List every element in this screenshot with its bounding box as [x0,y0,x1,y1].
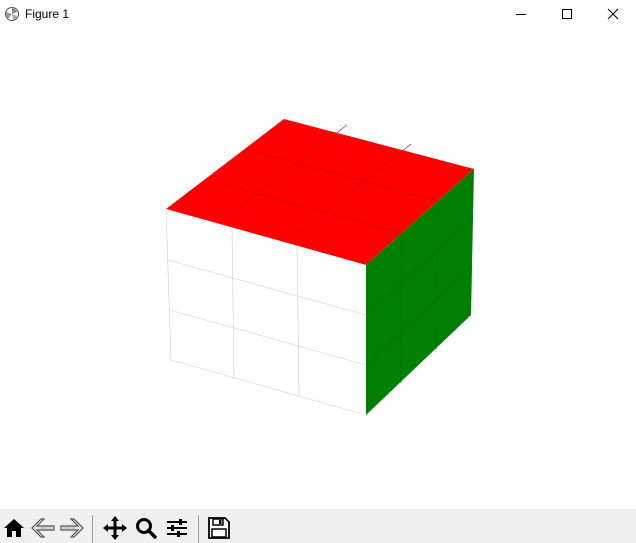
move-icon [103,516,127,540]
title-bar: Figure 1 [0,0,636,28]
forward-button[interactable] [59,514,85,542]
navigation-toolbar [0,509,636,543]
configure-subplots-button[interactable] [164,514,190,542]
magnifier-icon [136,518,157,539]
pan-button[interactable] [102,514,128,542]
minimize-button[interactable] [498,0,544,28]
cube-plot [165,119,474,416]
home-button[interactable] [1,514,27,542]
matplotlib-app-icon [4,6,20,22]
minimize-icon [516,14,526,15]
close-icon [607,8,619,20]
figure-canvas[interactable] [0,28,636,509]
save-button[interactable] [206,514,232,542]
window-title: Figure 1 [25,7,70,21]
close-button[interactable] [590,0,636,28]
floppy-disk-icon [208,517,230,539]
forward-arrow-icon [60,518,84,538]
back-button[interactable] [30,514,56,542]
toolbar-separator [92,515,93,543]
toolbar-separator [198,515,199,543]
zoom-button[interactable] [133,514,159,542]
maximize-icon [562,9,572,19]
back-arrow-icon [31,518,55,538]
sliders-icon [167,519,187,537]
maximize-button[interactable] [544,0,590,28]
home-icon [4,519,24,537]
